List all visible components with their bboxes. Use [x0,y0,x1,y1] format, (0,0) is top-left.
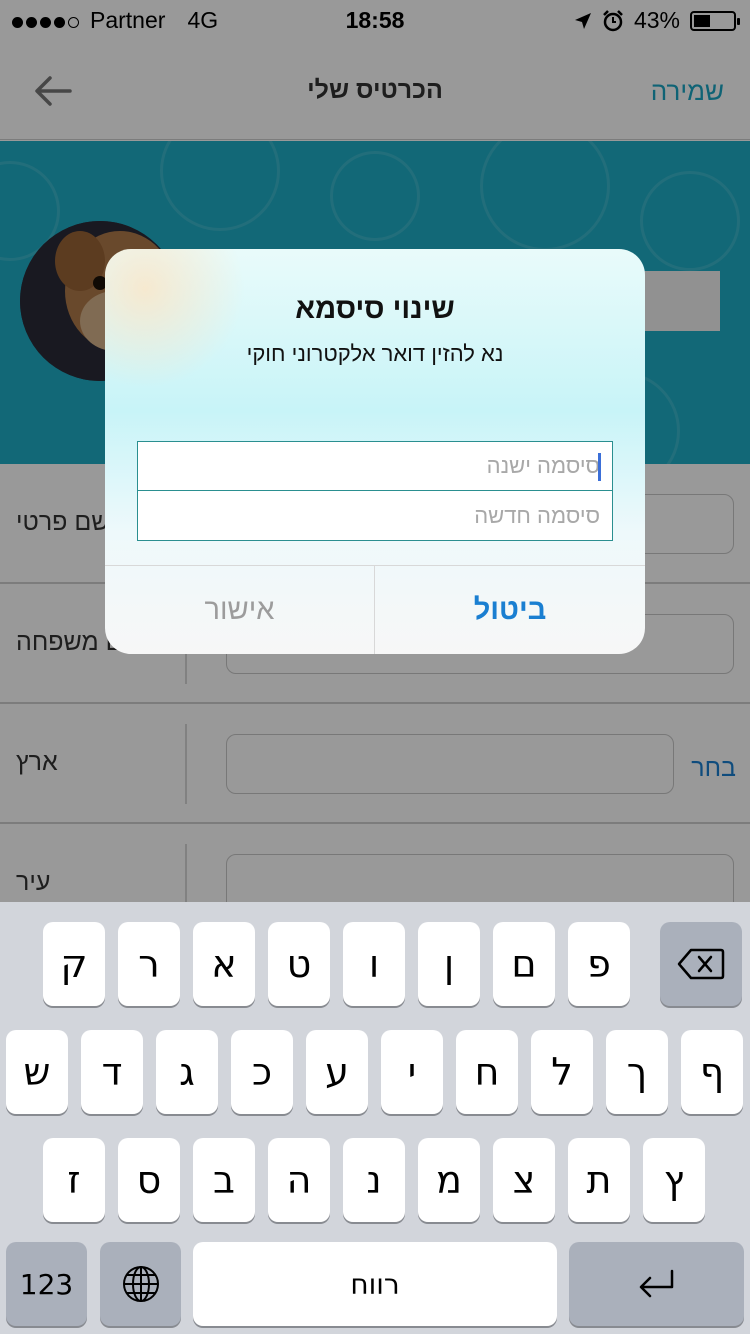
key[interactable]: ג [156,1030,218,1114]
key[interactable]: ם [493,922,555,1006]
globe-key[interactable] [100,1242,181,1326]
key[interactable]: פ [568,922,630,1006]
key[interactable]: ו [343,922,405,1006]
dialog-actions: אישור ביטול [105,565,645,654]
new-password-input[interactable] [137,491,613,541]
key[interactable]: ס [118,1138,180,1222]
key[interactable]: ל [531,1030,593,1114]
key[interactable]: ך [606,1030,668,1114]
keyboard: ק ר א ט ו ן ם פ ש ד ג כ ע י ח ל ך ף ז ס … [0,902,750,1334]
dialog-message: נא להזין דואר אלקטרוני חוקי [246,341,504,366]
key[interactable]: ק [43,922,105,1006]
key[interactable]: ש [6,1030,68,1114]
dialog-title: שינוי סיסמא [295,293,455,325]
key[interactable]: ף [681,1030,743,1114]
backspace-icon [677,948,725,980]
key[interactable]: ד [81,1030,143,1114]
key[interactable]: ע [306,1030,368,1114]
key[interactable]: ר [118,922,180,1006]
key[interactable]: ה [268,1138,330,1222]
backspace-key[interactable] [660,922,742,1006]
key[interactable]: ן [418,922,480,1006]
space-key[interactable]: רווח [193,1242,557,1326]
key[interactable]: י [381,1030,443,1114]
return-icon [639,1269,673,1298]
key[interactable]: מ [418,1138,480,1222]
change-password-dialog: שינוי סיסמא נא להזין דואר אלקטרוני חוקי … [105,249,645,654]
key[interactable]: ז [43,1138,105,1222]
cancel-button[interactable]: ביטול [375,566,645,654]
key[interactable]: ץ [643,1138,705,1222]
numbers-key[interactable]: 123 [6,1242,87,1326]
key[interactable]: א [193,922,255,1006]
old-password-input[interactable] [137,441,613,491]
confirm-button[interactable]: אישור [105,566,375,654]
key[interactable]: ח [456,1030,518,1114]
key[interactable]: נ [343,1138,405,1222]
key[interactable]: ט [268,922,330,1006]
return-key[interactable] [569,1242,744,1326]
key[interactable]: ת [568,1138,630,1222]
key[interactable]: צ [493,1138,555,1222]
key[interactable]: ב [193,1138,255,1222]
text-cursor [598,453,601,481]
key[interactable]: כ [231,1030,293,1114]
globe-icon [122,1266,159,1302]
